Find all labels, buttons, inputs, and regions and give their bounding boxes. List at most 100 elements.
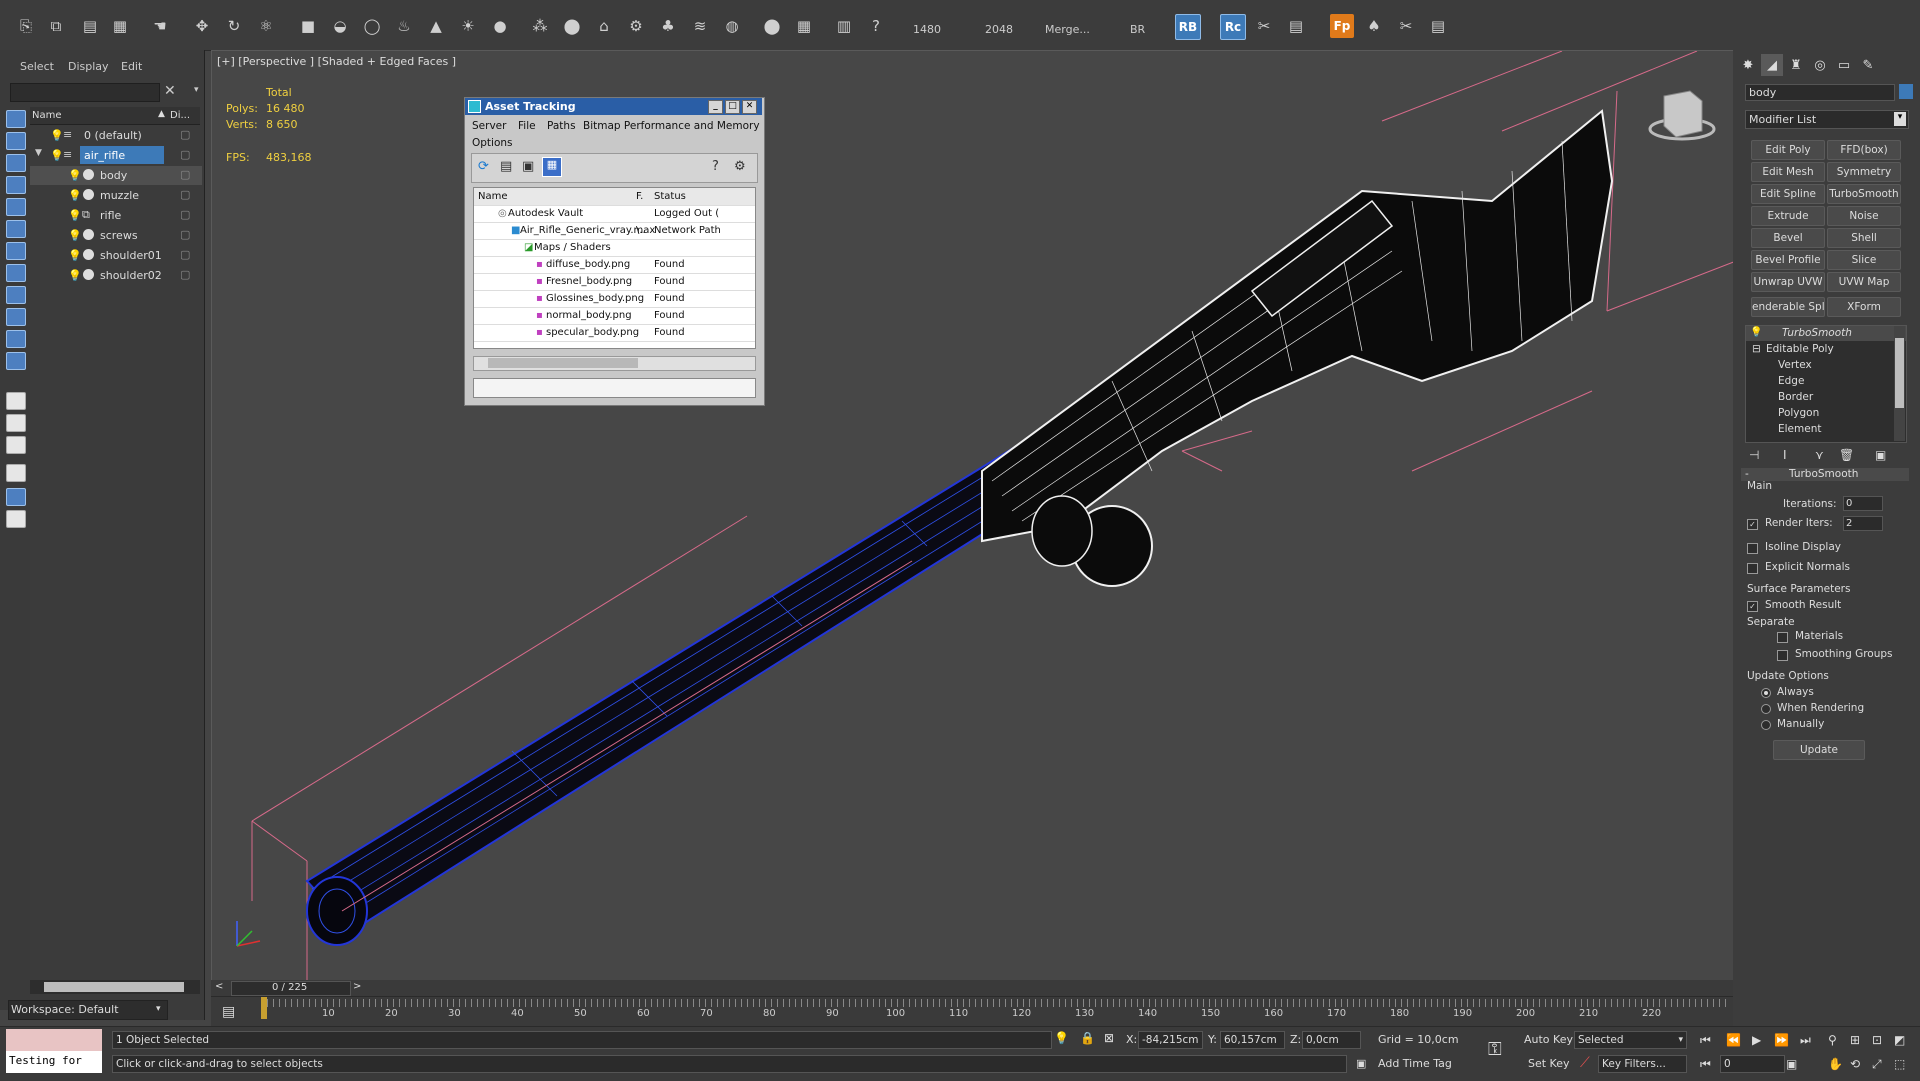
scroll-thumb[interactable]: [1895, 338, 1904, 408]
next-key-icon[interactable]: ⏩: [1774, 1033, 1789, 1047]
asset-row[interactable]: ◪ Maps / Shaders: [474, 239, 755, 257]
hidden-icon[interactable]: [6, 330, 26, 348]
goto-end-icon[interactable]: ⏭: [1800, 1033, 1811, 1048]
display-tab-icon[interactable]: ▭: [1833, 54, 1855, 76]
tools2-icon[interactable]: ✂: [1394, 14, 1418, 38]
slice-button[interactable]: Slice: [1827, 250, 1901, 270]
tree-row-shoulder01[interactable]: 💡 shoulder01 ▢: [30, 246, 202, 265]
stack-item-edge[interactable]: Edge: [1778, 375, 1804, 387]
view-cube[interactable]: [1648, 90, 1716, 141]
zoom-all-icon[interactable]: ⊡: [1872, 1033, 1882, 1047]
symmetry-button[interactable]: Symmetry: [1827, 162, 1901, 182]
bulb-icon[interactable]: 💡: [68, 249, 82, 262]
bulb-icon[interactable]: 💡: [68, 169, 82, 182]
light-icon[interactable]: ☀: [456, 14, 480, 38]
freeze-icon[interactable]: ▢: [180, 268, 190, 281]
column-status[interactable]: Status: [654, 191, 686, 202]
thumbnail-icon[interactable]: ▣: [522, 159, 534, 174]
settings-icon[interactable]: ⚙: [734, 159, 746, 174]
viewport-label[interactable]: [+] [Perspective ] [Shaded + Edged Faces…: [217, 55, 456, 68]
rb-button[interactable]: RB: [1175, 14, 1201, 40]
smoothing-groups-checkbox[interactable]: [1777, 650, 1788, 661]
box-icon[interactable]: ■: [296, 14, 320, 38]
cylinder-icon[interactable]: ◯: [360, 14, 384, 38]
modify-tab-icon[interactable]: ◢: [1761, 54, 1783, 76]
edit-spline-button[interactable]: Edit Spline: [1751, 184, 1825, 204]
key-mode-icon[interactable]: ⏮: [1700, 1057, 1711, 1072]
perspective-viewport[interactable]: [211, 50, 1735, 982]
menu-options[interactable]: Options: [472, 137, 513, 149]
column-name[interactable]: Name: [478, 191, 508, 202]
menu-file[interactable]: File: [518, 120, 536, 132]
space-warp-icon[interactable]: [6, 220, 26, 238]
set-key-icon[interactable]: ⟋: [1580, 1055, 1590, 1071]
object-color-swatch[interactable]: [1899, 84, 1913, 99]
tools-icon[interactable]: ✂: [1252, 14, 1276, 38]
asset-path-field[interactable]: [473, 378, 756, 398]
render-iters-checkbox[interactable]: ✓: [1747, 519, 1758, 530]
clear-search-icon[interactable]: ✕: [164, 83, 176, 99]
stack-item-polygon[interactable]: Polygon: [1778, 407, 1819, 419]
y-coordinate-field[interactable]: 60,157cm: [1220, 1031, 1285, 1049]
list-icon[interactable]: ▤: [1426, 14, 1450, 38]
grid-icon[interactable]: ▦: [792, 14, 816, 38]
smooth-result-checkbox[interactable]: ✓: [1747, 601, 1758, 612]
collapse-icon[interactable]: ▼: [35, 148, 42, 158]
sphere-icon[interactable]: ◒: [328, 14, 352, 38]
freeze-icon[interactable]: ▢: [180, 228, 190, 241]
help-icon[interactable]: ?: [864, 14, 888, 38]
asset-row[interactable]: ■ Air_Rifle_Generic_vray.max \.. Network…: [474, 222, 755, 240]
utilities-tab-icon[interactable]: ✎: [1857, 54, 1879, 76]
gear-icon[interactable]: ⚙: [624, 14, 648, 38]
absolute-mode-icon[interactable]: ⊠: [1104, 1031, 1114, 1045]
stack-item-border[interactable]: Border: [1778, 391, 1813, 403]
create-tab-icon[interactable]: ✸: [1737, 54, 1759, 76]
helper-icon[interactable]: ⌂: [592, 14, 616, 38]
isolate-icon[interactable]: 💡: [1054, 1031, 1069, 1045]
list-view-icon[interactable]: [6, 392, 26, 410]
add-time-tag-button[interactable]: Add Time Tag: [1378, 1057, 1452, 1070]
container-icon[interactable]: [6, 352, 26, 370]
bulb-icon[interactable]: 💡: [68, 229, 82, 242]
table-view-icon[interactable]: ▦: [542, 157, 562, 177]
group-icon[interactable]: [6, 264, 26, 282]
tree-row-muzzle[interactable]: 💡 muzzle ▢: [30, 186, 202, 205]
materials-checkbox[interactable]: [1777, 632, 1788, 643]
dialog-titlebar[interactable]: Asset Tracking _ □ ✕: [465, 98, 762, 115]
camera-icon[interactable]: [6, 154, 26, 172]
freeze-icon[interactable]: ▢: [180, 248, 190, 261]
turbosmooth-button[interactable]: TurboSmooth: [1827, 184, 1901, 204]
hierarchy-tab-icon[interactable]: ♜: [1785, 54, 1807, 76]
asset-row[interactable]: ▪ Fresnel_body.png Found: [474, 273, 755, 291]
particles-icon[interactable]: ⁂: [528, 14, 552, 38]
scroll-thumb[interactable]: [488, 358, 638, 368]
update-button[interactable]: Update: [1773, 740, 1865, 760]
scene-icon[interactable]: ▦: [108, 14, 132, 38]
shell-button[interactable]: Shell: [1827, 228, 1901, 248]
always-radio[interactable]: [1761, 688, 1771, 698]
hierarchy-icon[interactable]: [6, 414, 26, 432]
modifier-list-dropdown[interactable]: Modifier List ▾: [1745, 110, 1909, 129]
iterations-spinner[interactable]: 0: [1843, 496, 1883, 511]
refresh-icon[interactable]: ⟳: [478, 159, 489, 174]
bone-icon[interactable]: [6, 242, 26, 260]
bind-icon[interactable]: ▤: [78, 14, 102, 38]
selection-set-dropdown[interactable]: Selected ▾: [1574, 1031, 1687, 1049]
uvw-map-button[interactable]: UVW Map: [1827, 272, 1901, 292]
ffd-box-button[interactable]: FFD(box): [1827, 140, 1901, 160]
column-name-header[interactable]: Name: [32, 110, 62, 121]
br-button[interactable]: BR: [1130, 23, 1145, 36]
menu-bitmap-performance[interactable]: Bitmap Performance and Memory: [583, 120, 760, 132]
sort-icon[interactable]: [6, 488, 26, 506]
layer-view-icon[interactable]: [6, 436, 26, 454]
funnel-icon[interactable]: [6, 464, 26, 482]
asset-row[interactable]: ▪ diffuse_body.png Found: [474, 256, 755, 274]
workspace-dropdown[interactable]: Workspace: Default ▾: [8, 1000, 168, 1020]
bulb-icon[interactable]: 💡: [68, 189, 82, 202]
bulb-icon[interactable]: 💡: [50, 129, 64, 142]
tree-row-rifle[interactable]: 💡 ⧉ rifle ▢: [30, 206, 202, 225]
display-icon[interactable]: [6, 132, 26, 150]
lock-icon[interactable]: 🔒: [1080, 1031, 1095, 1045]
maxscript-listener-input[interactable]: Testing for: [6, 1051, 102, 1073]
play-icon[interactable]: ▶: [1752, 1033, 1761, 1047]
